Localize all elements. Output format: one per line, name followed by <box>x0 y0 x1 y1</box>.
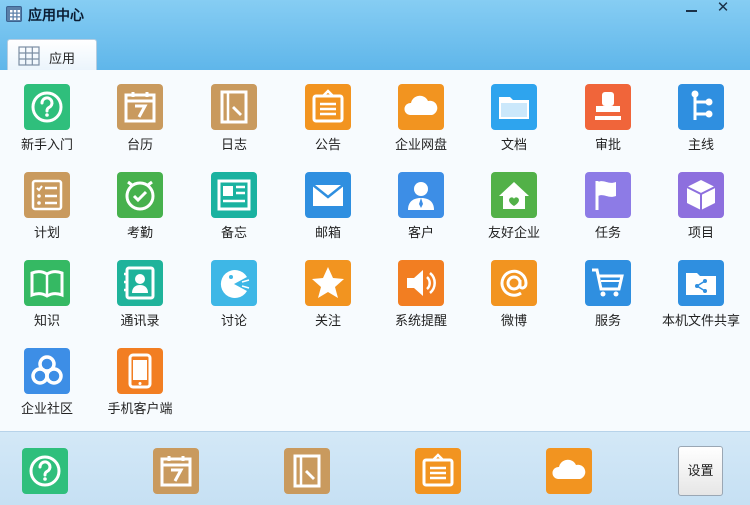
customer-icon <box>398 172 444 218</box>
cube-icon <box>678 172 724 218</box>
book-icon <box>24 260 70 306</box>
stamp-icon <box>585 84 631 130</box>
window-title: 应用中心 <box>28 7 84 23</box>
journal-icon <box>211 84 257 130</box>
app-tile[interactable]: 公告 <box>281 70 375 158</box>
title-bar: 应用中心 ✕ <box>0 0 750 70</box>
app-tile[interactable]: 任务 <box>561 158 655 246</box>
app-label: 日志 <box>220 137 247 152</box>
mobile-icon <box>117 348 163 394</box>
dock-cloud-drive-icon[interactable] <box>546 448 592 494</box>
app-label: 新手入门 <box>20 137 73 152</box>
community-icon <box>24 348 70 394</box>
app-tile[interactable]: 友好企业 <box>467 158 561 246</box>
cart-icon <box>585 260 631 306</box>
app-label: 通讯录 <box>120 313 160 328</box>
app-label: 企业网盘 <box>394 137 447 152</box>
app-tile[interactable]: 项目 <box>654 158 748 246</box>
app-tile[interactable]: 备忘 <box>187 158 281 246</box>
file-share-icon <box>678 260 724 306</box>
app-tile[interactable]: 本机文件共享 <box>654 246 748 334</box>
app-label: 知识 <box>33 313 60 328</box>
app-label: 项目 <box>687 225 714 240</box>
announcement-icon <box>305 84 351 130</box>
app-tile[interactable]: 主线 <box>654 70 748 158</box>
app-label: 企业社区 <box>20 401 73 416</box>
app-tile[interactable]: 台历 <box>93 70 187 158</box>
app-tile[interactable]: 微博 <box>467 246 561 334</box>
app-label: 备忘 <box>220 225 247 240</box>
folder-icon <box>491 84 537 130</box>
help-icon <box>24 84 70 130</box>
app-tile[interactable]: 企业网盘 <box>374 70 468 158</box>
app-tile[interactable]: 系统提醒 <box>374 246 468 334</box>
settings-button[interactable]: 设置 <box>678 446 723 496</box>
dock-help-icon[interactable] <box>22 448 68 494</box>
app-tile[interactable]: 知识 <box>0 246 94 334</box>
app-tile[interactable]: 文档 <box>467 70 561 158</box>
speaker-icon <box>398 260 444 306</box>
app-label: 邮箱 <box>314 225 341 240</box>
app-label: 审批 <box>594 137 621 152</box>
memo-icon <box>211 172 257 218</box>
app-tile[interactable]: 考勤 <box>93 158 187 246</box>
close-icon: ✕ <box>716 0 730 16</box>
app-label: 友好企业 <box>487 225 540 240</box>
app-label: 系统提醒 <box>394 313 447 328</box>
app-label: 关注 <box>314 313 341 328</box>
discussion-icon <box>211 260 257 306</box>
app-grid-icon <box>6 6 22 22</box>
flag-icon <box>585 172 631 218</box>
app-tile[interactable]: 关注 <box>281 246 375 334</box>
app-label: 本机文件共享 <box>661 313 740 328</box>
app-label: 主线 <box>687 137 714 152</box>
app-tile[interactable]: 计划 <box>0 158 94 246</box>
app-label: 讨论 <box>220 313 247 328</box>
cloud-drive-icon <box>398 84 444 130</box>
branch-icon <box>678 84 724 130</box>
app-tile[interactable]: 邮箱 <box>281 158 375 246</box>
app-label: 计划 <box>33 225 60 240</box>
app-label: 文档 <box>500 137 527 152</box>
app-tile[interactable]: 企业社区 <box>0 334 94 422</box>
app-tile[interactable]: 审批 <box>561 70 655 158</box>
tab-apps[interactable]: 应用 <box>7 39 97 71</box>
app-grid: 新手入门 台历 日志 公告 企业网盘 文档 审批 主线计划 考勤 备忘 邮箱 客户 友好企业 任务 项目知识… <box>0 70 750 431</box>
app-label: 任务 <box>594 225 621 240</box>
app-label: 台历 <box>126 137 153 152</box>
app-label: 服务 <box>594 313 621 328</box>
checklist-icon <box>24 172 70 218</box>
app-label: 考勤 <box>126 225 153 240</box>
app-label: 公告 <box>314 137 341 152</box>
tab-label: 应用 <box>49 51 76 66</box>
mail-icon <box>305 172 351 218</box>
minimize-button[interactable] <box>676 0 706 18</box>
app-label: 手机客户端 <box>107 401 173 416</box>
app-tile[interactable]: 手机客户端 <box>93 334 187 422</box>
close-button[interactable]: ✕ <box>708 0 738 18</box>
grid-icon <box>18 46 40 71</box>
contacts-icon <box>117 260 163 306</box>
dock-calendar-icon[interactable] <box>153 448 199 494</box>
minimize-icon <box>686 10 697 12</box>
quick-launch-dock: 设置 <box>0 431 750 505</box>
app-tile[interactable]: 服务 <box>561 246 655 334</box>
app-tile[interactable]: 日志 <box>187 70 281 158</box>
app-label: 客户 <box>407 225 434 240</box>
app-tile[interactable]: 通讯录 <box>93 246 187 334</box>
star-icon <box>305 260 351 306</box>
app-tile[interactable]: 讨论 <box>187 246 281 334</box>
at-icon <box>491 260 537 306</box>
clock-icon <box>117 172 163 218</box>
app-tile[interactable]: 客户 <box>374 158 468 246</box>
app-tile[interactable]: 新手入门 <box>0 70 94 158</box>
calendar-icon <box>117 84 163 130</box>
dock-journal-icon[interactable] <box>284 448 330 494</box>
app-label: 微博 <box>500 313 527 328</box>
dock-announcement-icon[interactable] <box>415 448 461 494</box>
friendly-company-icon <box>491 172 537 218</box>
